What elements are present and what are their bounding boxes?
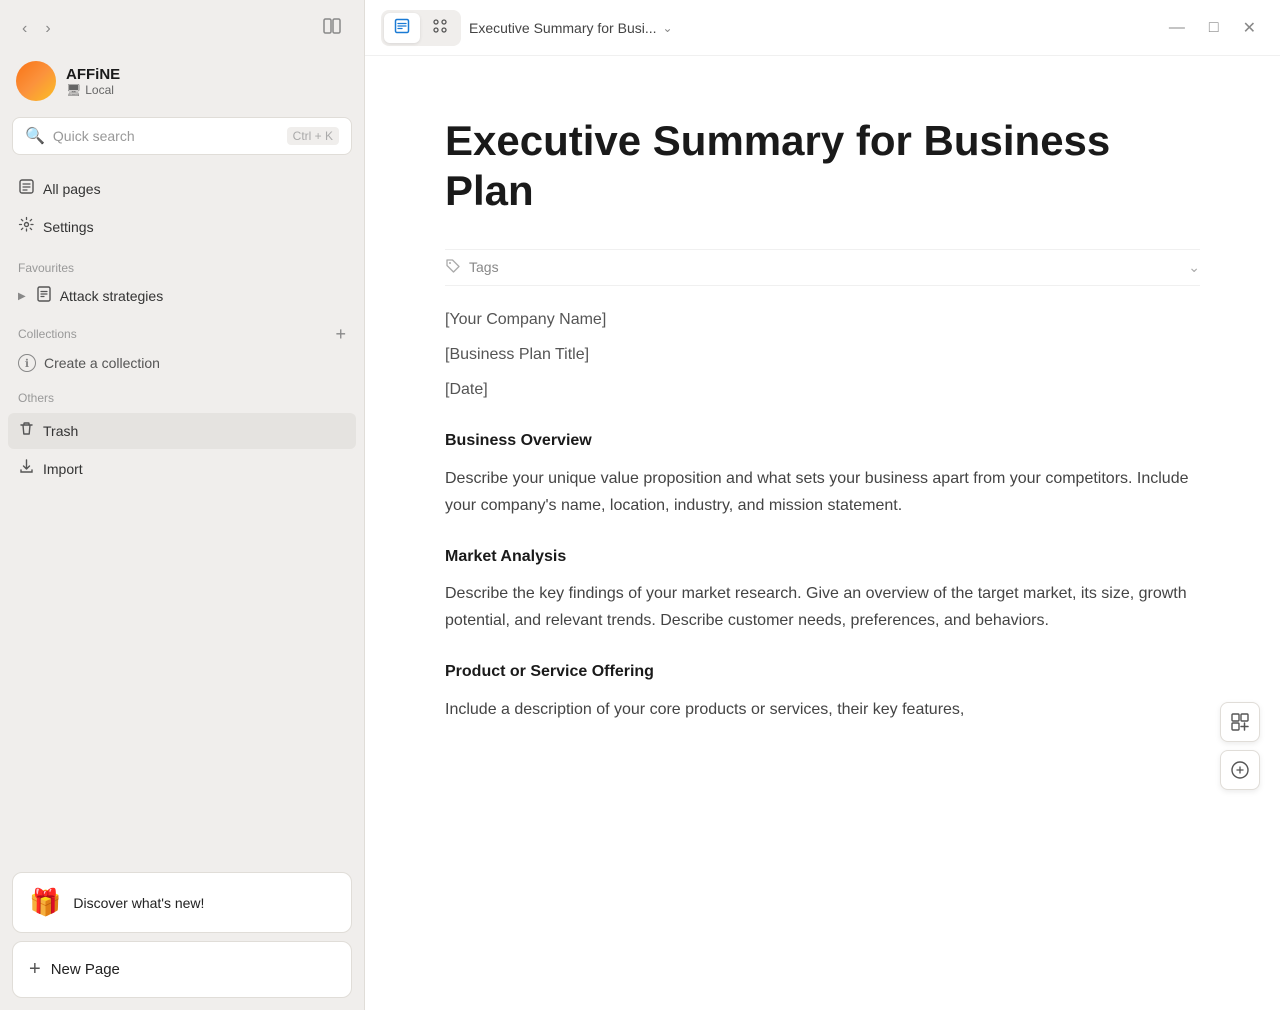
window-maximize-button[interactable]: □ xyxy=(1201,15,1227,41)
section-text-product-offering: Include a description of your core produ… xyxy=(445,696,1200,723)
section-text-business-overview: Describe your unique value proposition a… xyxy=(445,465,1200,519)
discover-banner[interactable]: 🎁 Discover what's new! xyxy=(12,872,352,933)
view-toggle xyxy=(381,10,461,46)
title-chevron-down-icon[interactable]: ⌄ xyxy=(663,21,673,35)
workspace-info[interactable]: AFFiNE 🖥 Local xyxy=(0,53,364,113)
workspace-type: 🖥 Local xyxy=(66,83,120,97)
window-close-button[interactable]: ✕ xyxy=(1235,14,1264,42)
attack-strategies-label: Attack strategies xyxy=(60,288,164,304)
tag-icon xyxy=(445,258,461,277)
section-text-market-analysis: Describe the key findings of your market… xyxy=(445,580,1200,634)
new-page-label: New Page xyxy=(51,961,120,978)
others-nav: Trash Import xyxy=(0,409,364,491)
new-page-button[interactable]: + New Page xyxy=(12,941,352,998)
doc-title: Executive Summary for Business Plan xyxy=(445,116,1200,217)
placeholder-company: [Your Company Name] xyxy=(445,306,1200,333)
chevron-right-icon: ▶ xyxy=(18,291,26,302)
main-area: Executive Summary for Busi... ⌄ — □ ✕ Ex… xyxy=(365,0,1280,1010)
tags-text: Tags xyxy=(469,259,499,275)
titlebar-right: — □ ✕ xyxy=(1161,14,1264,42)
grid-add-button[interactable] xyxy=(1220,702,1260,742)
sidebar-item-all-pages[interactable]: All pages xyxy=(8,171,356,207)
sidebar-toggle-button[interactable] xyxy=(316,12,348,45)
doc-title-bar: Executive Summary for Busi... ⌄ xyxy=(469,20,673,36)
doc-title-text: Executive Summary for Busi... xyxy=(469,20,657,36)
floating-toolbar xyxy=(1220,702,1260,790)
section-heading-business-overview: Business Overview xyxy=(445,427,1200,454)
collections-header: Collections + xyxy=(0,313,364,347)
nav-back-button[interactable]: ‹ xyxy=(16,16,33,42)
search-shortcut: Ctrl + K xyxy=(287,127,339,145)
placeholder-plan-title: [Business Plan Title] xyxy=(445,341,1200,368)
doc-content: Executive Summary for Business Plan Tags… xyxy=(365,56,1280,1010)
trash-icon xyxy=(18,420,35,442)
create-collection-label: Create a collection xyxy=(44,355,160,371)
sidebar-item-import[interactable]: Import xyxy=(8,451,356,487)
collections-label: Collections xyxy=(18,327,77,341)
sidebar-item-settings[interactable]: Settings xyxy=(8,209,356,245)
doc-body: [Your Company Name] [Business Plan Title… xyxy=(445,306,1200,723)
create-collection-item[interactable]: ℹ Create a collection xyxy=(0,347,364,379)
search-placeholder: Quick search xyxy=(53,128,279,144)
placeholder-date: [Date] xyxy=(445,376,1200,403)
titlebar: Executive Summary for Busi... ⌄ — □ ✕ xyxy=(365,0,1280,56)
workspace-avatar xyxy=(16,61,56,101)
sidebar: ‹ › AFFiNE 🖥 Local 🔍 Quick search Ctrl +… xyxy=(0,0,365,1010)
import-label: Import xyxy=(43,461,83,477)
sidebar-bottom: 🎁 Discover what's new! + New Page xyxy=(0,860,364,1010)
window-minimize-button[interactable]: — xyxy=(1161,15,1193,41)
settings-label: Settings xyxy=(43,219,94,235)
plus-icon: + xyxy=(29,958,41,981)
favourites-label: Favourites xyxy=(0,249,364,279)
others-label: Others xyxy=(0,379,364,409)
tags-label: Tags xyxy=(445,258,499,277)
section-heading-market-analysis: Market Analysis xyxy=(445,543,1200,570)
quick-search-bar[interactable]: 🔍 Quick search Ctrl + K xyxy=(12,117,352,155)
page-doc-icon xyxy=(36,286,52,306)
edgeless-view-button[interactable] xyxy=(422,13,458,43)
tags-chevron-down-icon: ⌄ xyxy=(1188,259,1200,276)
trash-label: Trash xyxy=(43,423,78,439)
all-pages-icon xyxy=(18,178,35,200)
info-icon: ℹ xyxy=(18,354,36,372)
titlebar-left: Executive Summary for Busi... ⌄ xyxy=(381,10,673,46)
tags-row[interactable]: Tags ⌄ xyxy=(445,249,1200,286)
nav-forward-button[interactable]: › xyxy=(39,16,56,42)
monitor-icon: 🖥 xyxy=(66,83,81,97)
add-collection-button[interactable]: + xyxy=(333,325,348,343)
settings-icon xyxy=(18,216,35,238)
discover-label: Discover what's new! xyxy=(73,895,204,911)
sidebar-item-trash[interactable]: Trash xyxy=(8,413,356,449)
navigation-arrows: ‹ › xyxy=(16,16,57,42)
search-icon: 🔍 xyxy=(25,126,45,146)
doc-view-button[interactable] xyxy=(384,13,420,43)
all-pages-label: All pages xyxy=(43,181,101,197)
section-heading-product-offering: Product or Service Offering xyxy=(445,658,1200,685)
sidebar-nav: All pages Settings xyxy=(0,167,364,249)
gift-icon: 🎁 xyxy=(29,887,61,918)
sidebar-item-attack-strategies[interactable]: ▶ Attack strategies xyxy=(0,279,364,313)
sidebar-top-bar: ‹ › xyxy=(0,0,364,53)
workspace-name: AFFiNE xyxy=(66,66,120,83)
import-icon xyxy=(18,458,35,480)
workspace-name-block: AFFiNE 🖥 Local xyxy=(66,66,120,97)
comment-button[interactable] xyxy=(1220,750,1260,790)
